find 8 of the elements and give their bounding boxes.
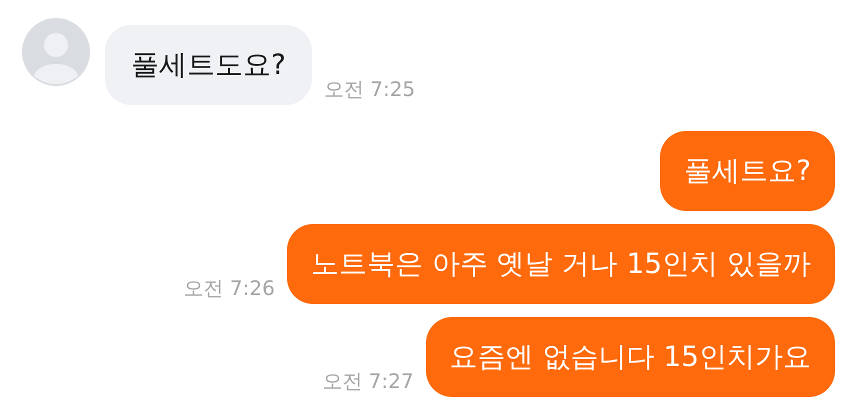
message-bubble: 풀세트도요?: [105, 25, 312, 105]
message-bubble: 풀세트요?: [660, 131, 835, 211]
message-time: 오전 7:25: [324, 79, 416, 103]
avatar-icon: [22, 18, 90, 86]
message-bubble: 요즘엔 없습니다 15인치가요: [426, 317, 835, 397]
message-time: 오전 7:26: [184, 278, 275, 302]
message-bubble: 노트북은 아주 옛날 거나 15인치 있을까: [286, 224, 835, 304]
message-time: 오전 7:27: [322, 371, 414, 395]
